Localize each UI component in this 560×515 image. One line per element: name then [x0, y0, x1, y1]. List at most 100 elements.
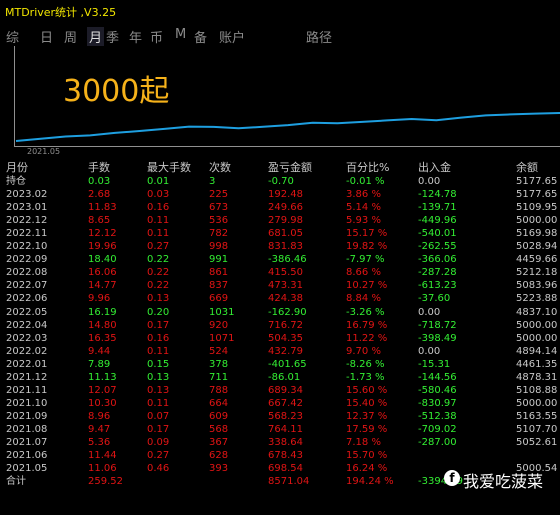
table-row[interactable]: 2021.08 9.47 0.17 568 764.11 17.59 % -709.02 51… [6, 423, 560, 436]
table-header: 月份 手数 最大手数 次数 盈亏金额 百分比% 出入金 余额 [6, 161, 560, 174]
table-row[interactable]: 2021.06 11.44 0.27 628 678.43 15.70 % [6, 449, 560, 462]
cell-lots: 14.80 [88, 319, 117, 331]
tab-0[interactable]: 综 [6, 27, 19, 46]
table-row[interactable]: 2022.01 7.89 0.15 378 -401.65 -8.26 % -15.31 44… [6, 358, 560, 371]
table-row[interactable]: 2021.11 12.07 0.13 788 689.34 15.60 % -580.46 5… [6, 384, 560, 397]
cell-max_lots: 0.46 [147, 463, 170, 475]
cell-count: 628 [209, 450, 229, 462]
cell-pnl: 681.05 [268, 228, 303, 240]
table-row[interactable]: 2022.08 16.06 0.22 861 415.50 8.66 % -287.28 52… [6, 266, 560, 279]
cell-lots: 14.77 [88, 280, 117, 292]
total-month: 合计 [6, 476, 26, 488]
tab-3[interactable]: 月 [87, 27, 105, 46]
tab-10[interactable]: 路径 [306, 27, 332, 46]
cell-pct: 10.27 % [346, 280, 388, 292]
title-bar: MTDriver统计 ,V3.25 [0, 0, 560, 22]
cell-month: 2023.02 [6, 189, 48, 201]
tab-1[interactable]: 日 [40, 27, 53, 46]
cell-flow: -287.00 [418, 437, 457, 448]
cell-max_lots: 0.20 [147, 306, 170, 318]
cell-pnl: 192.48 [268, 189, 303, 201]
cell-pct: 5.93 % [346, 215, 381, 227]
table-row[interactable]: 2023.02 2.68 0.03 225 192.48 3.86 % -124.78 517… [6, 188, 560, 201]
cell-flow: 0.00 [418, 176, 441, 187]
tab-7[interactable]: M [175, 27, 186, 42]
cell-lots: 8.96 [88, 410, 111, 422]
table-row[interactable]: 2022.10 19.96 0.27 998 831.83 19.82 % -262.55 5… [6, 240, 560, 253]
cell-max_lots: 0.22 [147, 254, 170, 266]
tab-4[interactable]: 季 [106, 27, 119, 46]
equity-chart: 3000起 2021.05 [14, 46, 560, 156]
cell-max_lots: 0.11 [147, 397, 170, 409]
cell-count: 788 [209, 384, 229, 396]
cell-pct: 15.17 % [346, 228, 388, 240]
cell-month: 2022.09 [6, 254, 48, 266]
cell-max_lots: 0.01 [147, 176, 170, 187]
cell-pct: -0.01 % [346, 176, 385, 187]
tab-5[interactable]: 年 [129, 27, 142, 46]
cell-max_lots: 0.13 [147, 293, 170, 305]
table-row[interactable]: 2021.09 8.96 0.07 609 568.23 12.37 % -512.38 51… [6, 410, 560, 423]
cell-count: 711 [209, 371, 229, 383]
cell-balance: 4894.14 [516, 345, 558, 357]
cell-count: 998 [209, 241, 229, 253]
cell-pct: 19.82 % [346, 241, 388, 253]
cell-flow: -718.72 [418, 319, 457, 331]
table-row[interactable]: 持仓 0.03 0.01 3 -0.70 -0.01 % 0.00 5177.65 [6, 175, 560, 188]
cell-flow: -366.06 [418, 254, 457, 266]
cell-lots: 5.36 [88, 437, 111, 448]
table-row[interactable]: 2021.07 5.36 0.09 367 338.64 7.18 % -287.00 505… [6, 436, 560, 449]
tab-9[interactable]: 账户 [219, 27, 245, 46]
table-row[interactable]: 2022.07 14.77 0.22 837 473.31 10.27 % -613.23 5… [6, 279, 560, 292]
cell-count: 225 [209, 189, 229, 201]
table-row[interactable]: 2022.06 9.96 0.13 669 424.38 8.84 % -37.60 5223… [6, 292, 560, 305]
table-row[interactable]: 2022.12 8.65 0.11 536 279.98 5.93 % -449.96 500… [6, 214, 560, 227]
cell-balance: 5177.65 [516, 189, 558, 201]
chart-x-tick: 2021.05 [27, 147, 61, 156]
cell-pct: 8.66 % [346, 267, 381, 279]
cell-pnl: 831.83 [268, 241, 303, 253]
table-row[interactable]: 2022.02 9.44 0.11 524 432.79 9.70 % 0.00 4894.1… [6, 345, 560, 358]
header-cell: 余额 [516, 161, 538, 174]
cell-pnl: 698.54 [268, 463, 303, 475]
cell-flow: -830.97 [418, 397, 457, 409]
table-row[interactable]: 2022.05 16.19 0.20 1031 -162.90 -3.26 % 0.00 48… [6, 306, 560, 319]
cell-flow: -287.28 [418, 267, 457, 279]
table-row[interactable]: 2021.12 11.13 0.13 711 -86.01 -1.73 % -144.56 4… [6, 371, 560, 384]
cell-month: 2022.02 [6, 345, 48, 357]
cell-count: 378 [209, 358, 229, 370]
header-cell: 月份 [6, 161, 28, 174]
cell-count: 367 [209, 437, 229, 448]
cell-pnl: 415.50 [268, 267, 303, 279]
cell-count: 861 [209, 267, 229, 279]
table-row[interactable]: 2022.11 12.12 0.11 782 681.05 15.17 % -540.01 5… [6, 227, 560, 240]
cell-balance: 5107.70 [516, 423, 558, 435]
cell-pnl: 279.98 [268, 215, 303, 227]
cell-lots: 16.19 [88, 306, 117, 318]
cell-pnl: 716.72 [268, 319, 303, 331]
table-row[interactable]: 2021.10 10.30 0.11 664 667.42 15.40 % -830.97 5… [6, 397, 560, 410]
cell-month: 2022.03 [6, 332, 48, 344]
equity-curve-line [15, 112, 560, 142]
table-row[interactable]: 2022.03 16.35 0.16 1071 504.35 11.22 % -398.49… [6, 332, 560, 345]
cell-balance: 4461.35 [516, 358, 558, 370]
cell-lots: 7.89 [88, 358, 111, 370]
table-row[interactable]: 2022.04 14.80 0.17 920 716.72 16.79 % -718.72 5… [6, 319, 560, 332]
cell-flow: -144.56 [418, 371, 457, 383]
header-cell: 出入金 [418, 161, 451, 174]
cell-max_lots: 0.13 [147, 371, 170, 383]
tab-6[interactable]: 币 [150, 27, 163, 46]
cell-max_lots: 0.17 [147, 423, 170, 435]
tab-2[interactable]: 周 [64, 27, 77, 46]
table-row[interactable]: 2022.09 18.40 0.22 991 -386.46 -7.97 % -366.06… [6, 253, 560, 266]
cell-flow: -124.78 [418, 189, 457, 201]
tab-8[interactable]: 备 [194, 27, 207, 46]
table-row[interactable]: 2023.01 11.83 0.16 673 249.66 5.14 % -139.71 51… [6, 201, 560, 214]
cell-month: 2021.12 [6, 371, 48, 383]
cell-count: 837 [209, 280, 229, 292]
cell-lots: 12.12 [88, 228, 117, 240]
cell-month: 2022.05 [6, 306, 48, 318]
cell-count: 782 [209, 228, 229, 240]
cell-max_lots: 0.09 [147, 437, 170, 448]
cell-month: 2021.11 [6, 384, 48, 396]
